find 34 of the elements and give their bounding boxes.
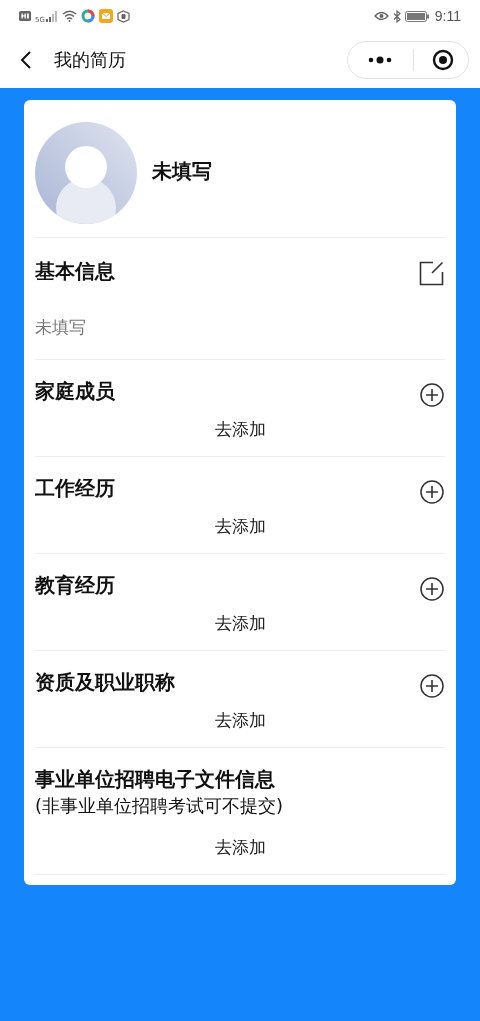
more-icon[interactable] <box>367 56 393 64</box>
clock-time: 9:11 <box>434 8 461 24</box>
add-icon[interactable] <box>420 577 444 601</box>
back-icon[interactable] <box>20 50 32 70</box>
page-title: 我的简历 <box>54 48 127 72</box>
section-title: 基本信息 <box>35 258 115 285</box>
shield-icon <box>116 9 130 23</box>
section-title: 工作经历 <box>35 475 115 502</box>
section-title: 资质及职业职称 <box>35 669 175 696</box>
section-title: 教育经历 <box>35 572 115 599</box>
eye-icon <box>373 11 389 21</box>
add-icon[interactable] <box>420 480 444 504</box>
avatar-icon <box>35 122 137 224</box>
close-icon[interactable] <box>432 49 454 71</box>
add-link[interactable]: 去添加 <box>214 612 266 635</box>
add-icon[interactable] <box>420 383 444 407</box>
section-title: 事业单位招聘电子文件信息 <box>35 766 276 793</box>
add-link[interactable]: 去添加 <box>214 515 266 538</box>
edit-icon[interactable] <box>419 261 444 286</box>
app-icon <box>80 9 95 23</box>
field-value: 未填写 <box>35 316 87 339</box>
section-note: (非事业单位招聘考试可不提交) <box>35 794 284 818</box>
add-link[interactable]: 去添加 <box>214 836 266 859</box>
add-link[interactable]: 去添加 <box>214 418 266 441</box>
hd-icon <box>19 11 31 21</box>
mail-icon <box>98 9 113 23</box>
profile-name: 未填写 <box>152 157 212 185</box>
wifi-icon <box>61 10 77 22</box>
add-icon[interactable] <box>420 674 444 698</box>
bluetooth-icon <box>392 9 401 23</box>
section-title: 家庭成员 <box>35 378 115 405</box>
add-link[interactable]: 去添加 <box>214 709 266 732</box>
battery-icon <box>404 10 429 22</box>
signal-icon <box>45 10 58 22</box>
